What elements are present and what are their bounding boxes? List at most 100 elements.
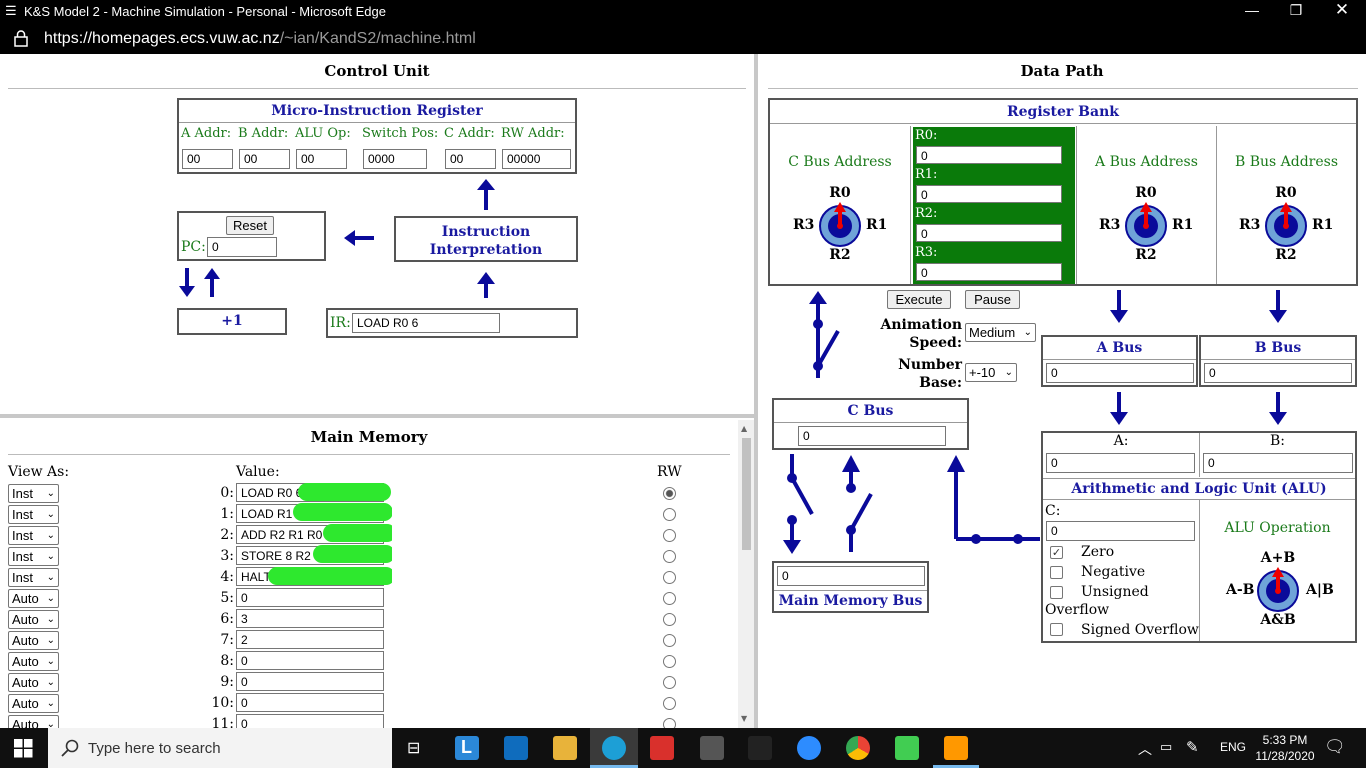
memory-address: 3: — [220, 548, 234, 564]
mir-headers: A Addr: B Addr: ALU Op: Switch Pos: C Ad… — [179, 124, 575, 146]
pane-divider[interactable] — [754, 54, 758, 728]
file-explorer-icon[interactable] — [553, 736, 577, 760]
memory-row: Auto ⌄ 5: 0 — [0, 588, 738, 609]
mir-c-addr-field[interactable]: 00 — [445, 149, 496, 169]
sublime-text-icon[interactable] — [944, 736, 968, 760]
memory-row: Inst ⌄ 1: LOAD R1 7 — [0, 504, 738, 525]
register-r3-field[interactable]: 0 — [916, 263, 1062, 281]
memory-value: ADD R2 R1 R0 — [241, 528, 323, 542]
memory-view-select[interactable]: Auto ⌄ — [8, 589, 59, 608]
memory-view-select[interactable]: Inst ⌄ — [8, 484, 59, 503]
memory-rw-radio[interactable] — [663, 592, 676, 605]
ir-field[interactable]: LOAD R0 6 — [352, 313, 500, 333]
chevron-down-icon: ⌄ — [46, 551, 55, 562]
memory-rw-radio[interactable] — [663, 676, 676, 689]
dial-label-bottom: A&B — [1260, 612, 1296, 628]
windows-start-icon[interactable] — [14, 739, 33, 758]
close-icon[interactable]: ✕ — [1322, 0, 1362, 20]
register-r2-field[interactable]: 0 — [916, 224, 1062, 242]
mouse-icon[interactable] — [748, 736, 772, 760]
zoom-icon[interactable] — [797, 736, 821, 760]
memory-view-select[interactable]: Auto ⌄ — [8, 610, 59, 629]
b-bus-address-dial[interactable]: R0 R3 R1 R2 — [1226, 185, 1346, 266]
c-bus-address-dial[interactable]: R0 R3 R1 R2 — [780, 185, 900, 266]
minimize-icon[interactable]: — — [1232, 2, 1272, 18]
memory-rw-radio[interactable] — [663, 697, 676, 710]
memory-view-select[interactable]: Inst ⌄ — [8, 526, 59, 545]
edge-taskbar-item[interactable] — [590, 728, 638, 768]
task-view-icon[interactable]: ⊟ — [407, 738, 420, 758]
memory-value-field[interactable]: STORE 8 R2 — [236, 546, 384, 565]
scroll-down-icon[interactable]: ▼ — [741, 714, 747, 723]
office-icon[interactable] — [650, 736, 674, 760]
memory-view-select[interactable]: Auto ⌄ — [8, 694, 59, 713]
arrow-down-icon — [1269, 310, 1287, 323]
memory-view-select[interactable]: Inst ⌄ — [8, 505, 59, 524]
memory-value-field[interactable]: 0 — [236, 588, 384, 607]
store-icon[interactable] — [700, 736, 724, 760]
restore-icon[interactable]: ❐ — [1276, 2, 1316, 19]
mir-header: Switch Pos: — [362, 126, 439, 141]
memory-view-select[interactable]: Auto ⌄ — [8, 652, 59, 671]
memory-rw-radio[interactable] — [663, 529, 676, 542]
memory-value: LOAD R1 7 — [241, 507, 303, 521]
memory-address: 0: — [220, 485, 234, 501]
memory-value-field[interactable]: 3 — [236, 609, 384, 628]
dial-label-top: R0 — [1275, 185, 1297, 201]
memory-value-field[interactable]: ADD R2 R1 R0 — [236, 525, 384, 544]
mir-alu-op-field[interactable]: 00 — [296, 149, 347, 169]
app-l-icon[interactable]: L — [455, 736, 479, 760]
dial-label-top: R0 — [1135, 185, 1157, 201]
data-path-title: Data Path — [1020, 62, 1104, 80]
memory-view-select[interactable]: Inst ⌄ — [8, 568, 59, 587]
taskbar-search[interactable]: Type here to search — [48, 728, 392, 768]
mir-a-addr-field[interactable]: 00 — [182, 149, 233, 169]
mir-switch-pos-field[interactable]: 0000 — [363, 149, 427, 169]
mir-b-addr-field[interactable]: 00 — [239, 149, 290, 169]
url-text[interactable]: https://homepages.ecs.vuw.ac.nz/~ian/Kan… — [44, 30, 476, 48]
chrome-icon[interactable] — [846, 736, 870, 760]
memory-address: 1: — [220, 506, 234, 522]
memory-view-select[interactable]: Inst ⌄ — [8, 547, 59, 566]
title-bar: ☰ K&S Model 2 - Machine Simulation - Per… — [0, 0, 1366, 23]
memory-rw-radio[interactable] — [663, 487, 676, 500]
memory-rw-radio[interactable] — [663, 613, 676, 626]
notifications-icon[interactable]: 🗨 — [1324, 737, 1346, 757]
network-icon[interactable]: ▭ — [1160, 739, 1172, 755]
memory-value-field[interactable]: LOAD R0 6 — [236, 483, 384, 502]
mir-rw-addr-field[interactable]: 00000 — [502, 149, 571, 169]
memory-view-select[interactable]: Auto ⌄ — [8, 631, 59, 650]
language-indicator[interactable]: ENG — [1220, 740, 1246, 754]
scrollbar-thumb[interactable] — [742, 438, 751, 550]
value-label: Value: — [236, 464, 280, 480]
memory-scrollbar[interactable]: ▲ ▼ — [738, 420, 754, 728]
memory-value-field[interactable]: 0 — [236, 672, 384, 691]
a-bus-address-dial[interactable]: R0 R3 R1 R2 — [1086, 185, 1206, 266]
memory-view-select[interactable]: Auto ⌄ — [8, 673, 59, 692]
chevron-down-icon: ⌄ — [46, 530, 55, 541]
memory-value-field[interactable]: 0 — [236, 693, 384, 712]
qt-creator-icon[interactable] — [895, 736, 919, 760]
address-bar[interactable]: https://homepages.ecs.vuw.ac.nz/~ian/Kan… — [0, 23, 1366, 54]
unsigned-overflow-checkbox[interactable] — [1050, 586, 1063, 599]
signed-overflow-checkbox[interactable] — [1050, 623, 1063, 636]
memory-value-field[interactable]: 2 — [236, 630, 384, 649]
memory-rw-radio[interactable] — [663, 550, 676, 563]
chevron-down-icon: ⌄ — [46, 509, 55, 520]
memory-value-field[interactable]: 0 — [236, 651, 384, 670]
memory-rw-radio[interactable] — [663, 655, 676, 668]
scroll-up-icon[interactable]: ▲ — [741, 424, 747, 433]
register-r0-field[interactable]: 0 — [916, 146, 1062, 164]
memory-value-field[interactable]: LOAD R1 7 — [236, 504, 384, 523]
clock[interactable]: 5:33 PM 11/28/2020 — [1252, 732, 1318, 764]
memory-value-field[interactable]: HALT — [236, 567, 384, 586]
memory-rw-radio[interactable] — [663, 508, 676, 521]
register-r1-field[interactable]: 0 — [916, 185, 1062, 203]
mail-icon[interactable] — [504, 736, 528, 760]
memory-rw-radio[interactable] — [663, 634, 676, 647]
pen-icon[interactable]: ✎ — [1186, 738, 1199, 756]
chevron-up-icon[interactable]: ︿ — [1138, 739, 1152, 759]
memory-row: Auto ⌄ 6: 3 — [0, 609, 738, 630]
pane-divider-horizontal[interactable] — [0, 414, 754, 418]
memory-rw-radio[interactable] — [663, 571, 676, 584]
